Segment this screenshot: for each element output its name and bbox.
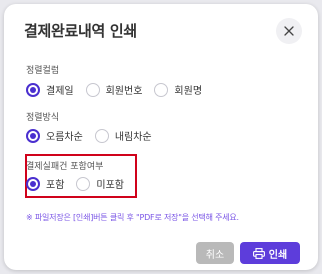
sort-column-group: 결제일 회원번호 회원명 xyxy=(26,82,214,97)
radio-label: 미포함 xyxy=(96,180,125,191)
radio-option-ascending[interactable]: 오름차순 xyxy=(26,128,83,143)
radio-button-checked[interactable] xyxy=(26,128,40,143)
close-icon xyxy=(284,26,294,36)
print-dialog: 결제완료내역 인쇄 정렬컬럼 결제일 회원번호 회원명 정렬방식 오름차순 내림… xyxy=(4,4,318,270)
sort-column-label: 정렬컬럼 xyxy=(26,66,60,76)
print-button[interactable]: 인쇄 xyxy=(240,242,300,264)
radio-option-include[interactable]: 포함 xyxy=(26,176,64,191)
radio-button[interactable] xyxy=(76,176,91,191)
cancel-button[interactable]: 취소 xyxy=(196,242,234,264)
radio-label: 오름차순 xyxy=(46,132,83,143)
radio-label: 회원번호 xyxy=(105,86,143,97)
radio-option-descending[interactable]: 내림차순 xyxy=(94,128,152,143)
print-button-label: 인쇄 xyxy=(268,249,288,261)
close-button[interactable] xyxy=(276,18,302,44)
include-failed-group: 포함 미포함 xyxy=(26,176,136,191)
dialog-title: 결제완료내역 인쇄 xyxy=(24,22,137,40)
printer-icon xyxy=(252,247,265,259)
radio-option-payment-date[interactable]: 결제일 xyxy=(26,82,74,97)
radio-option-exclude[interactable]: 미포함 xyxy=(76,176,124,191)
cancel-button-label: 취소 xyxy=(205,249,225,261)
radio-button[interactable] xyxy=(154,82,169,97)
radio-button-checked[interactable] xyxy=(26,176,40,191)
radio-option-member-number[interactable]: 회원번호 xyxy=(85,82,143,97)
radio-option-member-name[interactable]: 회원명 xyxy=(154,82,202,97)
sort-order-group: 오름차순 내림차순 xyxy=(26,128,164,143)
include-failed-label: 결제실패건 포함여부 xyxy=(26,162,104,172)
sort-order-label: 정렬방식 xyxy=(26,113,60,123)
radio-button[interactable] xyxy=(85,82,100,97)
radio-button[interactable] xyxy=(94,128,109,143)
radio-label: 결제일 xyxy=(46,86,74,97)
pdf-save-note: ※ 파일저장은 [인쇄]버튼 클릭 후 "PDF로 저장"을 선택해 주세요. xyxy=(26,213,239,222)
radio-label: 포함 xyxy=(46,180,65,191)
radio-label: 회원명 xyxy=(174,86,203,97)
radio-button-checked[interactable] xyxy=(26,82,40,97)
radio-label: 내림차순 xyxy=(114,132,152,143)
